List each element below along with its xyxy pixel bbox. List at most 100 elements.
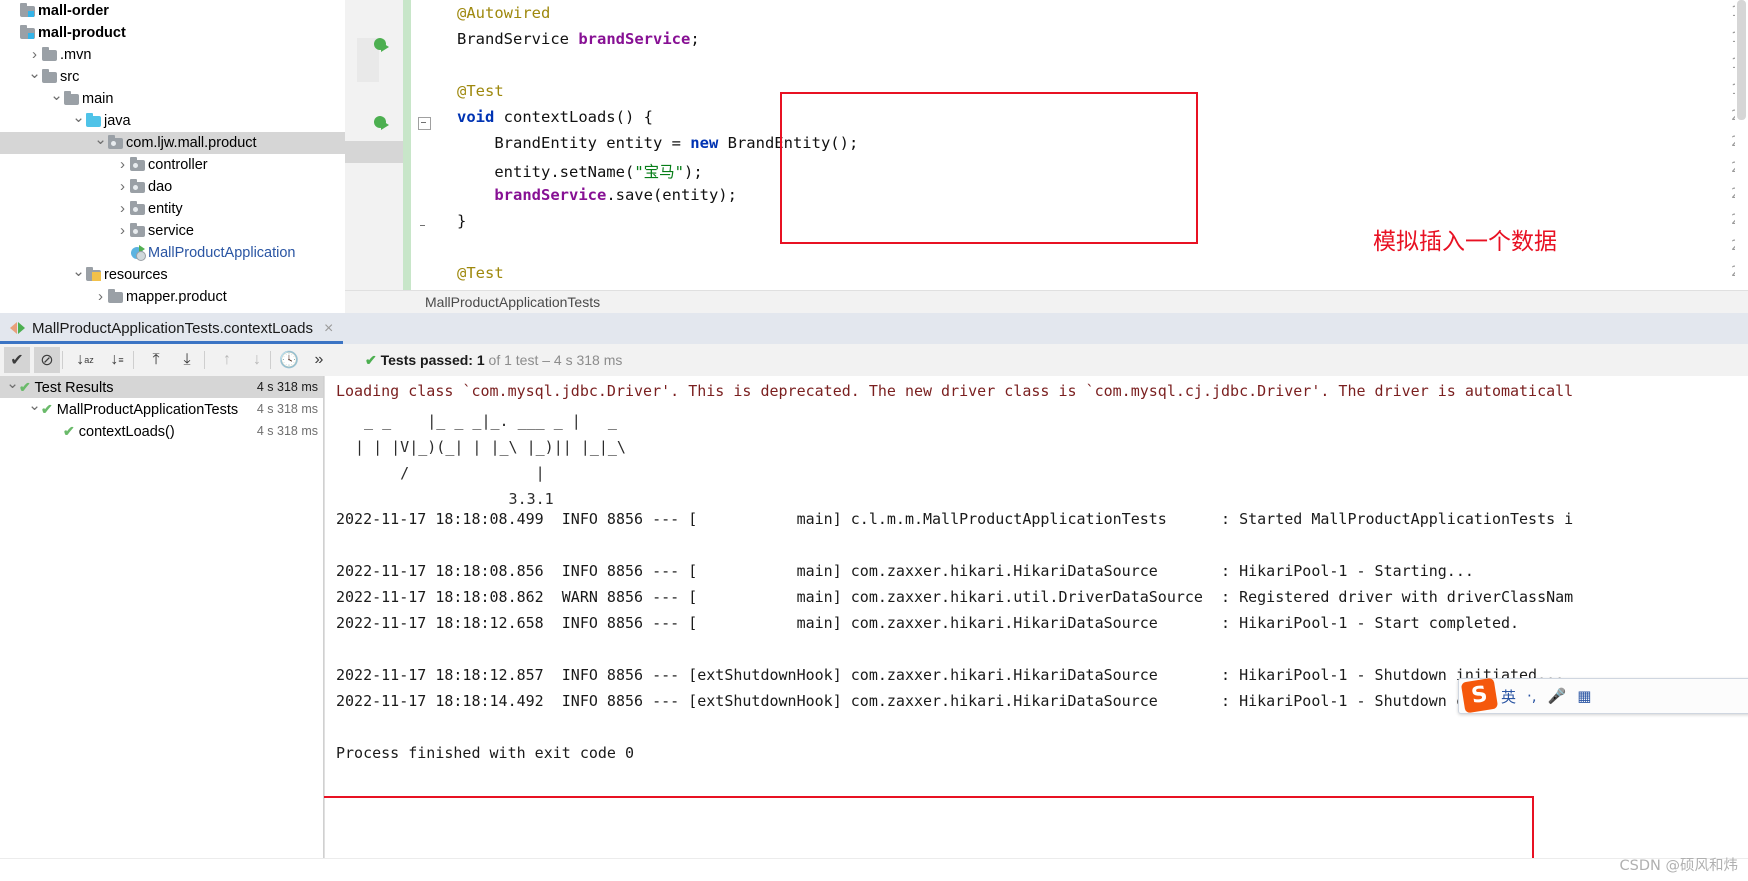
run-gutter-icon-17[interactable] [374, 36, 392, 54]
next-failed-test-button[interactable]: ↓ [244, 347, 270, 373]
project-tree-item-label: com.ljw.mall.product [126, 135, 257, 151]
test-history-button[interactable]: 🕓 [276, 347, 302, 373]
check-icon: ✔ [365, 352, 377, 368]
ime-toolbar[interactable]: S 英 ·, 🎤 ▦ [1458, 677, 1748, 714]
project-tree-item[interactable]: mall-order [0, 0, 345, 22]
project-tree-item-label: mall-product [38, 25, 126, 41]
project-tree-item-label: MallProductApplication [148, 245, 296, 261]
sogou-logo-icon[interactable]: S [1460, 677, 1499, 714]
sort-alphabetically-button[interactable]: ↓ az [72, 347, 98, 373]
project-tree-item[interactable]: controller [0, 154, 345, 176]
watermark: CSDN @硕风和炜 [1619, 858, 1738, 874]
test-duration: 4 s 318 ms [256, 380, 318, 394]
package-icon [107, 132, 126, 154]
chevron-right-icon[interactable] [28, 44, 41, 67]
project-tree-item[interactable]: resources [0, 264, 345, 286]
spring-class-icon [129, 242, 148, 264]
fold-marker-open[interactable] [418, 117, 431, 130]
editor-code-line[interactable]: } [457, 212, 466, 230]
project-tree-item[interactable]: java [0, 110, 345, 132]
tests-passed-prefix: Tests passed: [380, 352, 473, 368]
editor-code-line[interactable]: brandService.save(entity); [457, 186, 737, 204]
project-tree-item[interactable]: MallProductApplication [0, 242, 345, 264]
fold-column [411, 0, 451, 313]
project-tree-item[interactable]: entity [0, 198, 345, 220]
chevron-down-icon[interactable] [50, 88, 63, 111]
code-editor[interactable]: 16@Autowired17BrandService brandService;… [345, 0, 1748, 313]
editor-code-line[interactable]: void contextLoads() { [457, 108, 653, 126]
project-tree-item[interactable]: mapper.product [0, 286, 345, 308]
show-passed-toggle[interactable]: ✔ [4, 347, 30, 373]
more-options-button[interactable]: » [306, 347, 332, 373]
test-results-tree[interactable]: ✔ Test Results4 s 318 ms✔ MallProductApp… [0, 376, 324, 881]
window-bottom-strip [0, 858, 1748, 881]
close-icon[interactable]: × [324, 320, 333, 338]
tests-passed-status: ✔ Tests passed: 1 of 1 test – 4 s 318 ms [365, 352, 622, 369]
folder-icon [63, 88, 82, 110]
editor-code-line[interactable]: entity.setName("宝马"); [457, 160, 702, 182]
ime-keyboard-icon[interactable]: ▦ [1577, 687, 1591, 705]
chevron-down-icon[interactable] [28, 66, 41, 89]
project-tree-item[interactable]: src [0, 66, 345, 88]
chevron-right-icon[interactable] [116, 176, 129, 199]
gutter-caret-row [345, 141, 403, 163]
show-ignored-toggle[interactable]: ⊘ [34, 347, 60, 373]
editor-breadcrumb: MallProductApplicationTests [345, 290, 1748, 314]
project-tree-item[interactable]: service [0, 220, 345, 242]
module-folder-icon [19, 22, 38, 44]
project-tree-item[interactable]: dao [0, 176, 345, 198]
chevron-right-icon[interactable] [116, 154, 129, 177]
chevron-right-icon[interactable] [94, 286, 107, 309]
spring-boot-banner-line: _ _ |_ _ _|_. ___ _ | _ [346, 412, 617, 430]
run-tab[interactable]: MallProductApplicationTests.contextLoads… [0, 313, 344, 344]
toolbar-separator [270, 351, 271, 369]
project-tree-item[interactable]: .mvn [0, 44, 345, 66]
chevron-down-icon[interactable] [28, 398, 41, 421]
test-result-row[interactable]: ✔ MallProductApplicationTests 4 s 318 ms [0, 398, 323, 420]
editor-code-line[interactable]: BrandService brandService; [457, 30, 700, 48]
run-gutter-icon-20[interactable] [374, 114, 392, 132]
test-passed-icon: ✔ [19, 379, 31, 395]
chevron-right-icon[interactable] [116, 220, 129, 243]
expand-all-button[interactable]: ⤒ [143, 347, 169, 373]
chevron-right-icon[interactable] [116, 198, 129, 221]
project-tree-item-label: main [82, 91, 114, 107]
ime-microphone-icon[interactable]: 🎤 [1548, 687, 1567, 705]
project-tree[interactable]: mall-order mall-product .mvn src main java com… [0, 0, 345, 313]
test-results-rows: ✔ Test Results4 s 318 ms✔ MallProductApp… [0, 376, 323, 442]
project-tree-item[interactable]: mall-product [0, 22, 345, 44]
project-tree-item[interactable]: main [0, 88, 345, 110]
editor-scrollbar-thumb[interactable] [1737, 0, 1746, 120]
chevron-down-icon[interactable] [72, 264, 85, 287]
project-tree-item-label: controller [148, 157, 208, 173]
chevron-down-icon[interactable] [94, 132, 107, 155]
bottom-left-stub [0, 859, 324, 881]
project-tree-item-label: resources [104, 267, 168, 283]
console-output[interactable]: Loading class `com.mysql.jdbc.Driver'. T… [324, 376, 1748, 881]
ime-punctuation-icon[interactable]: ·, [1527, 687, 1537, 705]
test-result-row[interactable]: ✔ contextLoads() 4 s 318 ms [0, 420, 323, 442]
fold-marker-end[interactable] [418, 221, 429, 232]
rerun-tests-icon[interactable] [10, 322, 25, 335]
editor-code-line[interactable]: @Autowired [457, 4, 550, 22]
toolbar-separator [133, 351, 134, 369]
spring-boot-banner-line: | | |V|_)(_| | |_\ |_)|| |_|_\ [346, 438, 626, 456]
test-result-row[interactable]: ✔ Test Results 4 s 318 ms [0, 376, 323, 398]
editor-code-line[interactable]: @Test [457, 264, 504, 282]
top-area: mall-order mall-product .mvn src main java com… [0, 0, 1748, 314]
tests-passed-suffix: of 1 test – 4 s 318 ms [488, 352, 623, 368]
collapse-all-button[interactable]: ⤓ [174, 347, 200, 373]
code-highlight-box [780, 92, 1198, 244]
chevron-down-icon[interactable] [6, 376, 19, 399]
editor-scrollbar[interactable] [1735, 0, 1748, 313]
chevron-down-icon[interactable] [72, 110, 85, 133]
project-tree-item-label: entity [148, 201, 183, 217]
toolbar-separator [204, 351, 205, 369]
test-result-label: contextLoads() [78, 424, 175, 440]
sort-by-duration-button[interactable]: ↓ ≡ [104, 347, 130, 373]
ime-language-icon[interactable]: 英 [1501, 686, 1516, 707]
project-tree-item-label: mapper.product [126, 289, 227, 305]
previous-failed-test-button[interactable]: ↑ [214, 347, 240, 373]
editor-code-line[interactable]: @Test [457, 82, 504, 100]
project-tree-item[interactable]: com.ljw.mall.product [0, 132, 345, 154]
